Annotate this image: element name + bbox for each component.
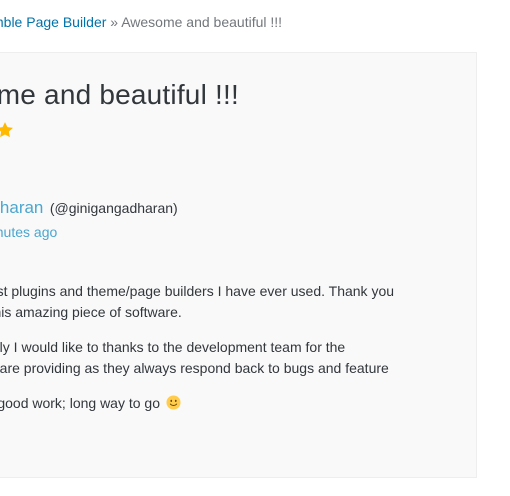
author-name-link[interactable]: adharan <box>0 198 43 217</box>
breadcrumb-plugin-link[interactable]: mble Page Builder <box>0 14 106 30</box>
star-icon <box>0 122 13 138</box>
review-page: mble Page Builder » Awesome and beautifu… <box>0 0 510 496</box>
review-paragraph: ur good work; long way to go <box>0 393 451 414</box>
breadcrumb: mble Page Builder » Awesome and beautifu… <box>0 14 282 30</box>
review-time-link[interactable]: minutes ago <box>0 224 57 240</box>
breadcrumb-separator: » <box>106 14 122 30</box>
author-handle: (@ginigangadharan) <box>49 200 178 216</box>
review-card: ome and beautiful !!! adharan (@ginigang… <box>0 52 477 478</box>
star-rating <box>0 121 14 141</box>
breadcrumb-current: Awesome and beautiful !!! <box>121 14 283 30</box>
review-paragraph: nally I would like to thanks to the deve… <box>0 339 389 376</box>
review-body: best plugins and theme/page builders I h… <box>0 281 451 428</box>
review-paragraph: best plugins and theme/page builders I h… <box>0 283 395 320</box>
review-title: ome and beautiful !!! <box>0 79 239 110</box>
review-author: adharan (@ginigangadharan) <box>0 198 178 218</box>
slightly-smiling-face-icon <box>166 395 181 410</box>
